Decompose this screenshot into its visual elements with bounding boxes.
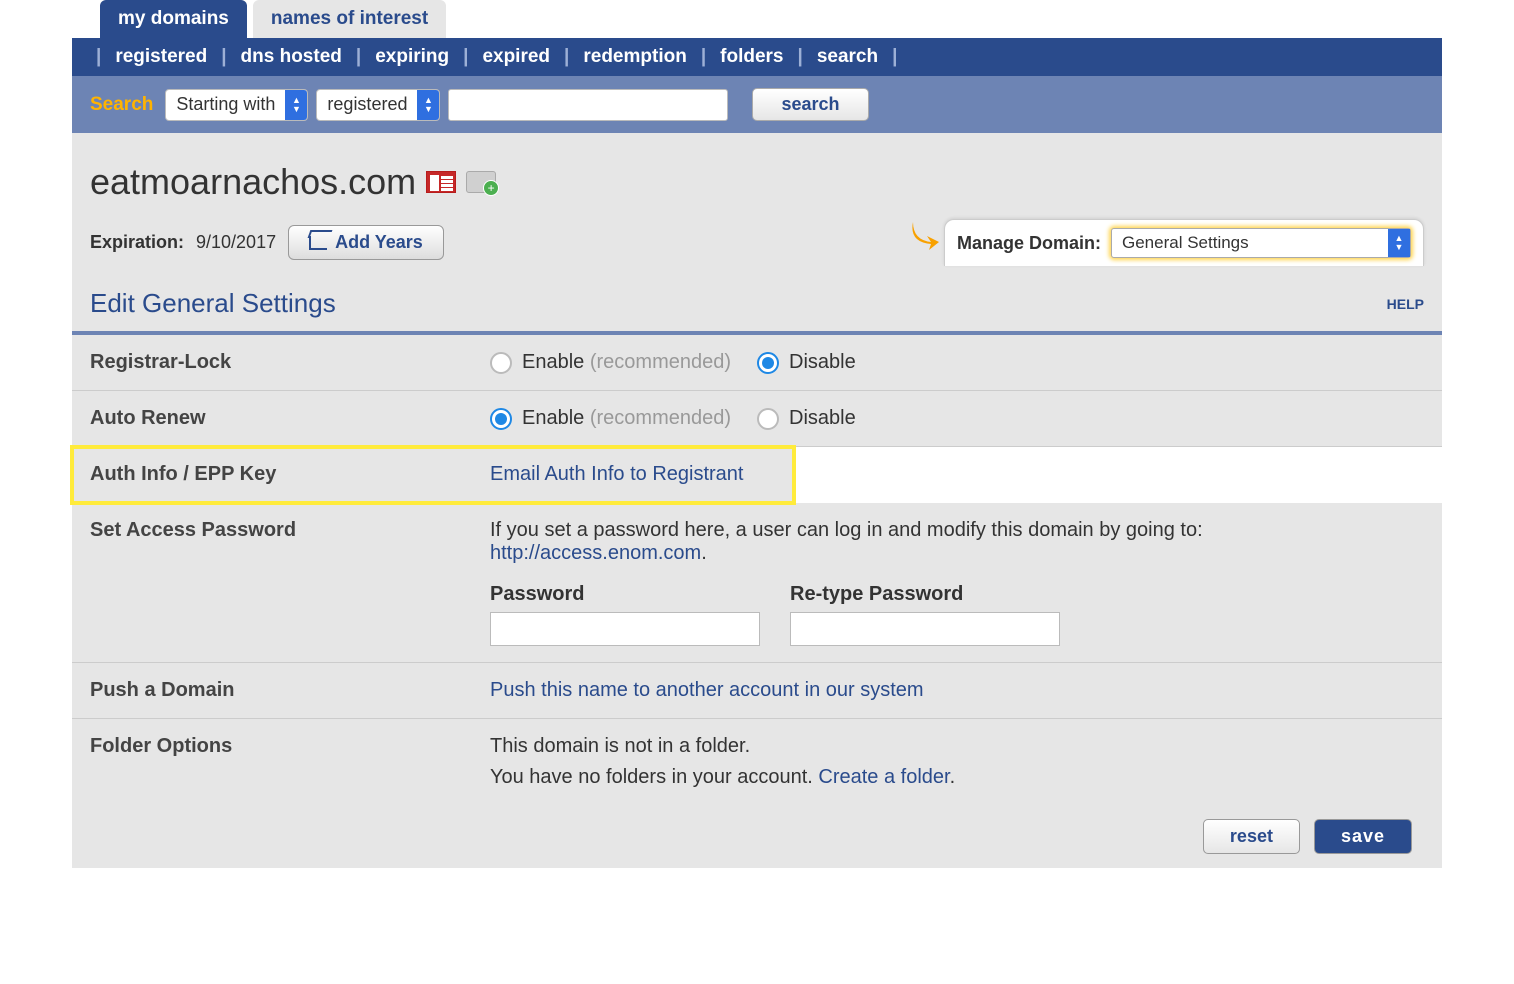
chevron-updown-icon: ▲▼ [285, 90, 307, 120]
auth-info-label: Auth Info / EPP Key [72, 447, 472, 502]
expiration-label: Expiration: [90, 232, 184, 253]
id-card-icon[interactable] [426, 171, 456, 193]
auto-renew-label: Auto Renew [72, 391, 472, 446]
footer-actions: reset save [72, 805, 1442, 868]
subnav-sep: | [90, 46, 107, 68]
push-domain-label: Push a Domain [72, 663, 472, 718]
subnav-redemption[interactable]: redemption [575, 46, 694, 68]
manage-domain-label: Manage Domain: [957, 233, 1101, 254]
top-tabs: my domains names of interest [72, 0, 1442, 38]
email-auth-info-link[interactable]: Email Auth Info to Registrant [490, 463, 743, 485]
access-password-label: Set Access Password [72, 503, 472, 662]
chevron-updown-icon: ▲▼ [1388, 229, 1410, 257]
search-bar: Search Starting with ▲▼ registered ▲▼ se… [72, 76, 1442, 133]
folder-line-2-post: . [950, 766, 956, 788]
add-years-button[interactable]: Add Years [288, 225, 444, 260]
radio-icon [757, 408, 779, 430]
subnav-folders[interactable]: folders [712, 46, 791, 68]
add-record-icon[interactable] [466, 171, 496, 193]
page-title: Edit General Settings [90, 288, 336, 319]
retype-password-label: Re-type Password [790, 583, 1060, 606]
add-years-label: Add Years [335, 232, 423, 253]
folder-line-1: This domain is not in a folder. [490, 735, 1424, 758]
subnav-dns-hosted[interactable]: dns hosted [233, 46, 350, 68]
radio-icon [490, 352, 512, 374]
expiration-date: 9/10/2017 [196, 232, 276, 253]
search-input[interactable] [448, 89, 728, 121]
push-domain-link[interactable]: Push this name to another account in our… [490, 679, 924, 701]
retype-password-input[interactable] [790, 612, 1060, 646]
manage-domain-select[interactable]: General Settings ▲▼ [1111, 228, 1411, 258]
password-label: Password [490, 583, 760, 606]
row-push-domain: Push a Domain Push this name to another … [72, 663, 1442, 719]
registrar-lock-disable-radio[interactable]: Disable [757, 351, 856, 374]
radio-icon [490, 408, 512, 430]
subnav-expired[interactable]: expired [474, 46, 558, 68]
tab-my-domains[interactable]: my domains [100, 0, 247, 38]
folder-line-2-pre: You have no folders in your account. [490, 766, 818, 788]
radio-icon [757, 352, 779, 374]
manage-domain-box: Manage Domain: General Settings ▲▼ [944, 219, 1424, 266]
access-url-link[interactable]: http://access.enom.com [490, 542, 701, 564]
folder-options-label: Folder Options [72, 719, 472, 805]
reset-button[interactable]: reset [1203, 819, 1300, 854]
curved-arrow-icon [911, 220, 941, 250]
save-button[interactable]: save [1314, 819, 1412, 854]
create-folder-link[interactable]: Create a folder [818, 766, 949, 788]
search-scope-select[interactable]: registered ▲▼ [316, 89, 440, 121]
search-label: Search [90, 94, 153, 116]
auto-renew-disable-radio[interactable]: Disable [757, 407, 856, 430]
subnav-expiring[interactable]: expiring [367, 46, 457, 68]
subnav: | registered | dns hosted | expiring | e… [72, 38, 1442, 76]
tab-names-of-interest[interactable]: names of interest [253, 0, 446, 38]
access-password-desc: If you set a password here, a user can l… [490, 519, 1424, 565]
row-access-password: Set Access Password If you set a passwor… [72, 503, 1442, 663]
row-registrar-lock: Registrar-Lock Enable (recommended) Disa… [72, 335, 1442, 391]
password-input[interactable] [490, 612, 760, 646]
registrar-lock-label: Registrar-Lock [72, 335, 472, 390]
auto-renew-enable-radio[interactable]: Enable (recommended) [490, 407, 731, 430]
chevron-updown-icon: ▲▼ [417, 90, 439, 120]
domain-title: eatmoarnachos.com [90, 161, 416, 203]
row-folder-options: Folder Options This domain is not in a f… [72, 719, 1442, 805]
search-mode-select[interactable]: Starting with ▲▼ [165, 89, 308, 121]
cart-icon [309, 236, 327, 250]
help-link[interactable]: HELP [1387, 296, 1424, 312]
subnav-search[interactable]: search [809, 46, 886, 68]
registrar-lock-enable-radio[interactable]: Enable (recommended) [490, 351, 731, 374]
row-auto-renew: Auto Renew Enable (recommended) Disable [72, 391, 1442, 447]
search-button[interactable]: search [752, 88, 868, 121]
subnav-registered[interactable]: registered [107, 46, 215, 68]
row-auth-info: Auth Info / EPP Key Email Auth Info to R… [72, 447, 794, 503]
